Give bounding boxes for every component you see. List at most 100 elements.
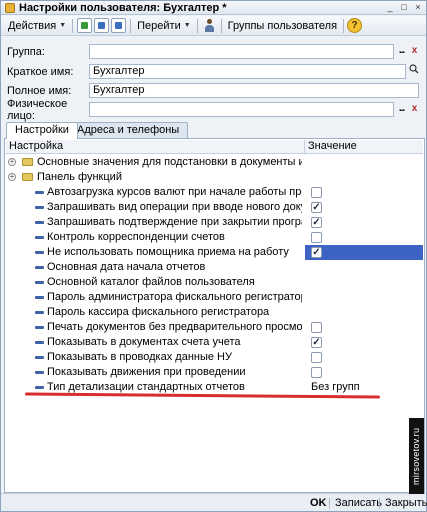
table-row[interactable]: + Основные значения для подстановки в док… xyxy=(6,155,423,170)
settings-panel: Настройка Значение + Основные значения дл… xyxy=(4,138,425,493)
setting-label: Не использовать помощника приема на рабо… xyxy=(47,246,289,258)
setting-item-icon xyxy=(35,236,44,239)
tab-addresses[interactable]: Адреса и телефоны xyxy=(68,122,189,138)
setting-label: Пароль администратора фискального регист… xyxy=(47,291,302,303)
setting-value-cell[interactable] xyxy=(305,155,423,170)
setting-checkbox[interactable]: ✓ xyxy=(311,202,322,213)
setting-item-icon xyxy=(35,206,44,209)
column-header-setting[interactable]: Настройка xyxy=(6,140,305,154)
table-row[interactable]: Показывать в документах счета учета ✓ xyxy=(6,335,423,350)
table-row[interactable]: Показывать в проводках данные НУ xyxy=(6,350,423,365)
expand-icon[interactable]: + xyxy=(8,173,16,181)
expand-icon[interactable]: + xyxy=(8,158,16,166)
setting-item-icon xyxy=(35,371,44,374)
save-icon[interactable] xyxy=(94,18,110,33)
setting-checkbox[interactable] xyxy=(311,232,322,243)
person-input[interactable] xyxy=(89,102,394,117)
group-select-button[interactable]: ... xyxy=(396,44,407,59)
search-icon[interactable] xyxy=(408,64,419,79)
setting-value-cell[interactable]: ✓ xyxy=(305,335,423,350)
setting-item-icon xyxy=(35,221,44,224)
user-icon[interactable] xyxy=(202,18,217,33)
setting-item-icon xyxy=(35,326,44,329)
setting-item-icon xyxy=(35,386,44,389)
short-name-input[interactable]: Бухгалтер xyxy=(89,64,406,79)
setting-checkbox[interactable] xyxy=(311,187,322,198)
table-header: Настройка Значение xyxy=(6,140,423,154)
setting-value-cell[interactable]: ✓ xyxy=(305,200,423,215)
table-row[interactable]: Пароль администратора фискального регист… xyxy=(6,290,423,305)
column-header-value[interactable]: Значение xyxy=(305,140,423,154)
table-row[interactable]: Основной каталог файлов пользователя xyxy=(6,275,423,290)
actions-menu[interactable]: Действия ▼ xyxy=(5,17,69,34)
setting-value-cell[interactable] xyxy=(305,275,423,290)
person-select-button[interactable]: ... xyxy=(396,102,407,117)
setting-checkbox[interactable]: ✓ xyxy=(311,247,322,258)
footer-divider xyxy=(329,498,330,509)
save-close-icon[interactable] xyxy=(77,18,93,33)
setting-label: Автозагрузка курсов валют при начале раб… xyxy=(47,186,302,198)
setting-value-cell[interactable] xyxy=(305,365,423,380)
close-form-button[interactable]: Закрыть xyxy=(385,496,427,511)
person-clear-button[interactable]: x xyxy=(409,102,420,117)
setting-checkbox[interactable]: ✓ xyxy=(311,217,322,228)
setting-value-cell[interactable]: Без групп xyxy=(305,380,423,395)
table-row[interactable]: Контроль корреспонденции счетов xyxy=(6,230,423,245)
table-row[interactable]: Показывать движения при проведении xyxy=(6,365,423,380)
settings-window: Настройки пользователя: Бухгалтер * _ □ … xyxy=(0,0,427,512)
group-input[interactable] xyxy=(89,44,394,59)
setting-item-icon xyxy=(35,191,44,194)
goto-menu[interactable]: Перейти ▼ xyxy=(134,17,194,34)
setting-value-cell[interactable] xyxy=(305,185,423,200)
minimize-button[interactable]: _ xyxy=(384,2,396,13)
setting-value-cell[interactable]: ✓ xyxy=(305,245,423,260)
person-label: Физическое лицо: xyxy=(7,97,68,122)
setting-value-cell[interactable] xyxy=(305,290,423,305)
table-row[interactable]: Не использовать помощника приема на рабо… xyxy=(6,245,423,260)
table-row[interactable]: Печать документов без предварительного п… xyxy=(6,320,423,335)
maximize-button[interactable]: □ xyxy=(398,2,410,13)
tab-settings[interactable]: Настройки xyxy=(6,122,78,139)
setting-value-cell[interactable] xyxy=(305,260,423,275)
short-name-label: Краткое имя: xyxy=(7,65,74,78)
refresh-icon[interactable] xyxy=(111,18,127,33)
window-title: Настройки пользователя: Бухгалтер * xyxy=(19,1,227,14)
setting-value-cell[interactable] xyxy=(305,170,423,185)
table-row[interactable]: Запрашивать вид операции при вводе новог… xyxy=(6,200,423,215)
setting-label: Показывать движения при проведении xyxy=(47,366,246,378)
title-bar: Настройки пользователя: Бухгалтер * _ □ … xyxy=(1,1,426,15)
setting-item-icon xyxy=(35,356,44,359)
user-groups-button[interactable]: Группы пользователя xyxy=(225,17,340,34)
setting-checkbox[interactable] xyxy=(311,352,322,363)
setting-label: Пароль кассира фискального регистратора xyxy=(47,306,270,318)
setting-value-cell[interactable] xyxy=(305,320,423,335)
setting-label: Печать документов без предварительного п… xyxy=(47,321,302,333)
help-icon[interactable]: ? xyxy=(347,18,363,33)
setting-checkbox[interactable]: ✓ xyxy=(311,337,322,348)
footer-divider xyxy=(379,498,380,509)
setting-value-cell[interactable] xyxy=(305,305,423,320)
setting-label: Запрашивать вид операции при вводе новог… xyxy=(47,201,302,213)
setting-item-icon xyxy=(35,251,44,254)
setting-label: Контроль корреспонденции счетов xyxy=(47,231,225,243)
table-row[interactable]: Основная дата начала отчетов xyxy=(6,260,423,275)
setting-label: Основная дата начала отчетов xyxy=(47,261,206,273)
table-row[interactable]: Запрашивать подтверждение при закрытии п… xyxy=(6,215,423,230)
group-clear-button[interactable]: x xyxy=(409,44,420,59)
window-controls: _ □ × xyxy=(382,2,424,13)
close-button[interactable]: × xyxy=(412,2,424,13)
table-row[interactable]: + Панель функций xyxy=(6,170,423,185)
table-row[interactable]: Пароль кассира фискального регистратора xyxy=(6,305,423,320)
full-name-input[interactable]: Бухгалтер xyxy=(89,83,419,98)
save-button[interactable]: Записать xyxy=(335,496,382,511)
setting-label: Панель функций xyxy=(37,171,122,183)
goto-label: Перейти xyxy=(137,19,181,32)
setting-value-cell[interactable]: ✓ xyxy=(305,215,423,230)
table-row[interactable]: Автозагрузка курсов валют при начале раб… xyxy=(6,185,423,200)
setting-value-cell[interactable] xyxy=(305,230,423,245)
setting-checkbox[interactable] xyxy=(311,322,322,333)
setting-checkbox[interactable] xyxy=(311,367,322,378)
setting-value-cell[interactable] xyxy=(305,350,423,365)
ok-button[interactable]: OK xyxy=(310,496,327,511)
watermark: mirsovetov.ru xyxy=(409,418,424,494)
